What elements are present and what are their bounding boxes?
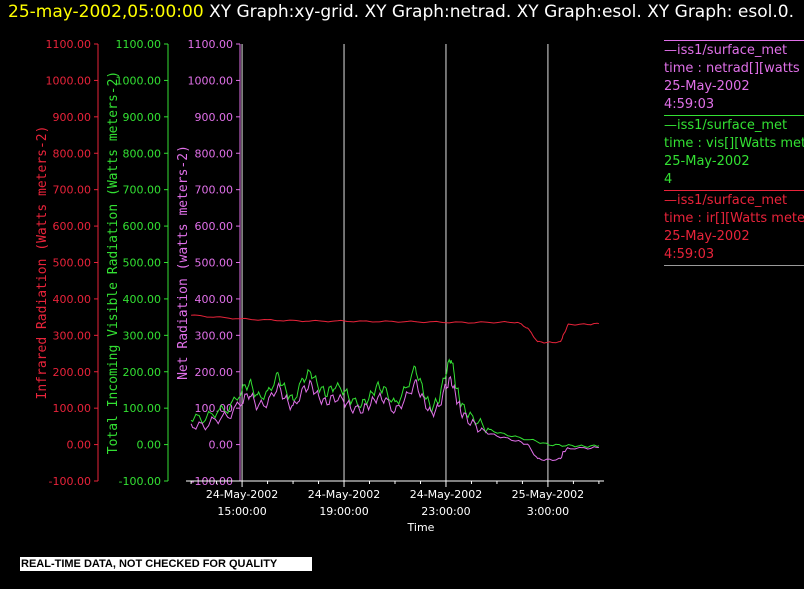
y-axis-label: Total Incoming Visible Radiation (Watts …: [106, 71, 121, 455]
y-tick-label: 1100.00: [46, 38, 92, 51]
x-tick-label-date: 24-May-2002: [308, 488, 380, 501]
x-tick-label-time: 15:00:00: [217, 505, 266, 518]
legend-date: 25-May-2002: [664, 154, 750, 169]
y-tick-label: 700.00: [123, 184, 162, 197]
x-tick-label-time: 19:00:00: [319, 505, 368, 518]
y-tick-label: 1100.00: [188, 38, 234, 51]
y-tick-label: 600.00: [123, 220, 162, 233]
legend-date: 25-May-2002: [664, 229, 750, 244]
y-tick-label: 800.00: [123, 147, 162, 160]
y-tick-label: 300.00: [195, 329, 234, 342]
legend-divider: [664, 265, 804, 266]
y-tick-label: 200.00: [123, 366, 162, 379]
series-line-netrad: [190, 375, 599, 462]
legend-date: 25-May-2002: [664, 79, 750, 94]
legend-time: 4:59:03: [664, 97, 715, 112]
y-tick-label: 100.00: [53, 402, 92, 415]
y-tick-label: 0.00: [209, 439, 234, 452]
x-tick-label-time: 3:00:00: [527, 505, 569, 518]
x-tick-label-time: 23:00:00: [421, 505, 470, 518]
legend-source: —iss1/surface_met: [664, 193, 788, 208]
legend-time: 4: [664, 172, 673, 187]
legend-entry-netrad: —iss1/surface_met time : netrad[][watts …: [664, 40, 804, 114]
legend-source: —iss1/surface_met: [664, 118, 788, 133]
y-tick-label: -100.00: [49, 475, 91, 488]
x-tick-label-date: 24-May-2002: [206, 488, 278, 501]
quality-disclaimer: REAL-TIME DATA, NOT CHECKED FOR QUALITY: [20, 557, 312, 571]
y-tick-label: 0.00: [137, 439, 162, 452]
y-tick-label: 1000.00: [116, 74, 162, 87]
y-tick-label: 1000.00: [188, 74, 234, 87]
y-tick-label: 200.00: [195, 366, 234, 379]
x-tick-label-date: 24-May-2002: [410, 488, 482, 501]
y-tick-label: 0.00: [67, 439, 92, 452]
y-tick-label: -100.00: [119, 475, 161, 488]
legend-variable: time : netrad[][watts meters-2]: [664, 61, 804, 76]
y-tick-label: 300.00: [53, 329, 92, 342]
y-tick-label: 400.00: [195, 293, 234, 306]
x-axis-label: Time: [407, 521, 435, 534]
y-axis-label: Infrared Radiation (Watts meters-2): [35, 126, 50, 400]
y-tick-label: 900.00: [53, 111, 92, 124]
y-tick-label: 600.00: [53, 220, 92, 233]
y-tick-label: 200.00: [53, 366, 92, 379]
legend-variable: time : ir[][Watts meters-2]: [664, 211, 804, 226]
y-tick-label: 500.00: [53, 257, 92, 270]
y-tick-label: 800.00: [53, 147, 92, 160]
y-tick-label: 700.00: [53, 184, 92, 197]
y-tick-label: 400.00: [53, 293, 92, 306]
legend-variable: time : vis[][Watts meters-2]: [664, 136, 804, 151]
y-tick-label: 900.00: [123, 111, 162, 124]
y-tick-label: 800.00: [195, 147, 234, 160]
legend-entry-vis: —iss1/surface_met time : vis[][Watts met…: [664, 115, 804, 189]
y-tick-label: 1000.00: [46, 74, 92, 87]
x-tick-label-date: 25-May-2002: [512, 488, 584, 501]
y-tick-label: 900.00: [195, 111, 234, 124]
legend-time: 4:59:03: [664, 247, 715, 262]
y-tick-label: 300.00: [123, 329, 162, 342]
y-tick-label: 1100.00: [116, 38, 162, 51]
y-tick-label: 100.00: [123, 402, 162, 415]
legend-entry-ir: —iss1/surface_met time : ir[][Watts mete…: [664, 190, 804, 264]
y-tick-label: 500.00: [195, 257, 234, 270]
y-tick-label: 700.00: [195, 184, 234, 197]
y-tick-label: 500.00: [123, 257, 162, 270]
legend-source: —iss1/surface_met: [664, 43, 788, 58]
series-line-ir: [191, 314, 600, 344]
y-tick-label: 400.00: [123, 293, 162, 306]
legend: —iss1/surface_met time : netrad[][watts …: [664, 40, 804, 266]
y-axis-label: Net Radiation (watts meters-2): [176, 145, 191, 380]
series-line-vis: [190, 358, 600, 448]
y-tick-label: 600.00: [195, 220, 234, 233]
